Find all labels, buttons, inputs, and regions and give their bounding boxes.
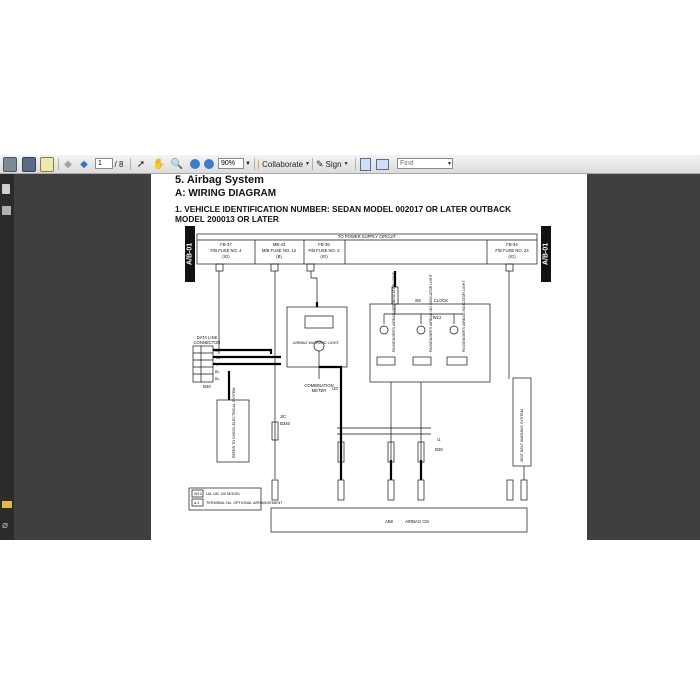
legend-2-text: TERMINAL No. OPTIONAL ARRANGEMENT xyxy=(206,501,283,505)
pen-icon: ✎ xyxy=(316,158,324,169)
svg-text:(IG): (IG) xyxy=(508,254,516,259)
navigation-sidebar: ⌀ xyxy=(0,174,14,540)
combination-meter-label-2: METER xyxy=(312,388,327,393)
svg-text:YB: YB xyxy=(215,356,221,360)
svg-text:(IG): (IG) xyxy=(222,254,230,259)
wiring-diagram: TO POWER SUPPLY CIRCUIT FB-37 F/B FUSE N… xyxy=(188,233,538,533)
data-link-connector-tag: B40 xyxy=(203,384,211,389)
print-button[interactable] xyxy=(3,156,17,172)
i1-tag: i1 xyxy=(437,437,441,442)
passenger-airbag-on-light-label: PASSENGER'S AIRBAG ON INDICATOR LIGHT xyxy=(429,273,433,352)
page-number-input[interactable] xyxy=(95,158,113,169)
find-dropdown-button[interactable]: ▼ xyxy=(446,157,453,171)
zoom-level-input[interactable] xyxy=(218,158,244,169)
zoom-out-button[interactable] xyxy=(189,157,200,171)
clock-connector-tag: i56 xyxy=(415,298,421,303)
find-input[interactable] xyxy=(397,158,453,169)
airbag-cm-label: AIRBAG CM xyxy=(405,519,429,524)
pages-icon xyxy=(2,184,10,194)
sign-button[interactable]: ✎ Sign ▼ xyxy=(316,157,354,171)
zoom-dropdown-button[interactable]: ▼ xyxy=(244,157,252,171)
select-tool-button[interactable]: ➚ xyxy=(134,157,148,171)
svg-text:M/B FUSE NO. 12: M/B FUSE NO. 12 xyxy=(262,248,297,253)
chevron-down-icon: ▼ xyxy=(305,161,310,167)
document-viewer[interactable]: 5. Airbag System A: WIRING DIAGRAM 1. VE… xyxy=(14,174,700,540)
attachments-panel-button[interactable]: ⌀ xyxy=(2,521,12,531)
sign-label: Sign xyxy=(325,159,342,169)
passenger-airbag-indicator-label: PASSENGER'S AIRBAG INDICATOR LIGHT xyxy=(462,280,466,352)
svg-text:FB-36: FB-36 xyxy=(318,242,330,247)
page-total: / 8 xyxy=(114,159,124,169)
marquee-zoom-button[interactable]: 🔍 xyxy=(170,157,184,171)
legend-1-text: UA, UB, UK MODEL xyxy=(206,492,241,496)
envelope-icon xyxy=(40,156,54,172)
fit-width-button[interactable] xyxy=(376,157,389,171)
svg-text:BL: BL xyxy=(215,370,220,374)
passenger-airbag-off-light-label: PASSENGER'S AIRBAG OFF INDICATOR LIGHT xyxy=(392,271,396,352)
zoom-in-button[interactable] xyxy=(203,157,214,171)
diagnosis-box-label: REFER TO CHECK ELECTRICAL SYSTEM xyxy=(232,388,236,458)
power-supply-label: TO POWER SUPPLY CIRCUIT xyxy=(338,234,397,239)
b26-tag: B26 xyxy=(435,447,443,452)
bookmarks-icon xyxy=(2,206,11,215)
svg-text:F/B FUSE NO. 4: F/B FUSE NO. 4 xyxy=(211,248,243,253)
down-arrow-icon: ◆ xyxy=(80,158,88,170)
bookmarks-panel-button[interactable] xyxy=(2,206,12,216)
fit-page-button[interactable] xyxy=(359,157,372,171)
pages-panel-button[interactable] xyxy=(2,184,12,194)
svg-text:MB-43: MB-43 xyxy=(273,242,286,247)
svg-text:BL: BL xyxy=(215,377,220,381)
svg-text:FB-37: FB-37 xyxy=(220,242,232,247)
collaborate-button[interactable]: Collaborate ▼ xyxy=(258,157,310,171)
seat-belt-box-label: SEAT BELT WARNING SYSTEM xyxy=(520,409,524,462)
cursor-icon: ➚ xyxy=(136,158,146,170)
svg-text:(IG): (IG) xyxy=(320,254,328,259)
hand-icon: ✋ xyxy=(152,158,166,170)
w12-tag: W12 xyxy=(433,315,442,320)
chevron-down-icon: ▼ xyxy=(245,161,251,167)
chevron-down-icon: ▼ xyxy=(343,161,349,167)
collaborate-icon xyxy=(258,158,260,170)
svg-text:F/B FUSE NO. 23: F/B FUSE NO. 23 xyxy=(495,248,529,253)
clock-label: CLOCK xyxy=(434,298,449,303)
airbag-warning-light-label: AIRBAG WARNING LIGHT xyxy=(293,341,340,345)
combination-meter-tag: i10 xyxy=(332,386,338,391)
svg-text:GY: GY xyxy=(215,349,221,353)
fit-page-icon xyxy=(360,157,371,171)
collaborate-label: Collaborate xyxy=(262,159,304,169)
next-page-button[interactable]: ◆ xyxy=(78,157,90,171)
chevron-down-icon: ▼ xyxy=(447,161,452,167)
first-page-button[interactable]: ◆ xyxy=(62,157,74,171)
magnifier-icon: 🔍 xyxy=(170,158,184,170)
acrobat-toolbar: ◆ ◆ / 8 ➚ ✋ 🔍 ▼ Collaborate ▼ ✎ Sign ▼ xyxy=(0,155,700,174)
printer-icon xyxy=(3,156,17,172)
svg-text:F/B FUSE NO. 3: F/B FUSE NO. 3 xyxy=(309,248,341,253)
svg-text:FB-34: FB-34 xyxy=(506,242,518,247)
airbag-cm-box xyxy=(270,507,528,533)
zoom-out-icon xyxy=(189,159,200,169)
svg-text:W12: W12 xyxy=(194,492,202,496)
comments-panel-button[interactable] xyxy=(2,501,12,511)
svg-text:(B): (B) xyxy=(276,254,282,259)
airbag-cm-connector-tag: AB8 xyxy=(385,519,394,524)
fit-width-icon xyxy=(376,158,389,170)
svg-text:a-1: a-1 xyxy=(194,501,200,505)
floppy-icon xyxy=(22,156,36,172)
save-button[interactable] xyxy=(22,156,36,172)
data-link-label-2: CONNECTOR xyxy=(194,340,221,345)
paperclip-icon: ⌀ xyxy=(2,520,9,531)
hand-tool-button[interactable]: ✋ xyxy=(152,157,166,171)
up-arrow-icon: ◆ xyxy=(64,158,72,170)
email-button[interactable] xyxy=(40,156,54,172)
jc-connector-tag: B346 xyxy=(280,421,290,426)
jc-label: J/C xyxy=(280,414,286,419)
pdf-page: 5. Airbag System A: WIRING DIAGRAM 1. VE… xyxy=(151,174,587,540)
data-link-connector xyxy=(192,345,214,383)
comment-icon xyxy=(2,501,12,508)
zoom-in-icon xyxy=(203,159,214,169)
